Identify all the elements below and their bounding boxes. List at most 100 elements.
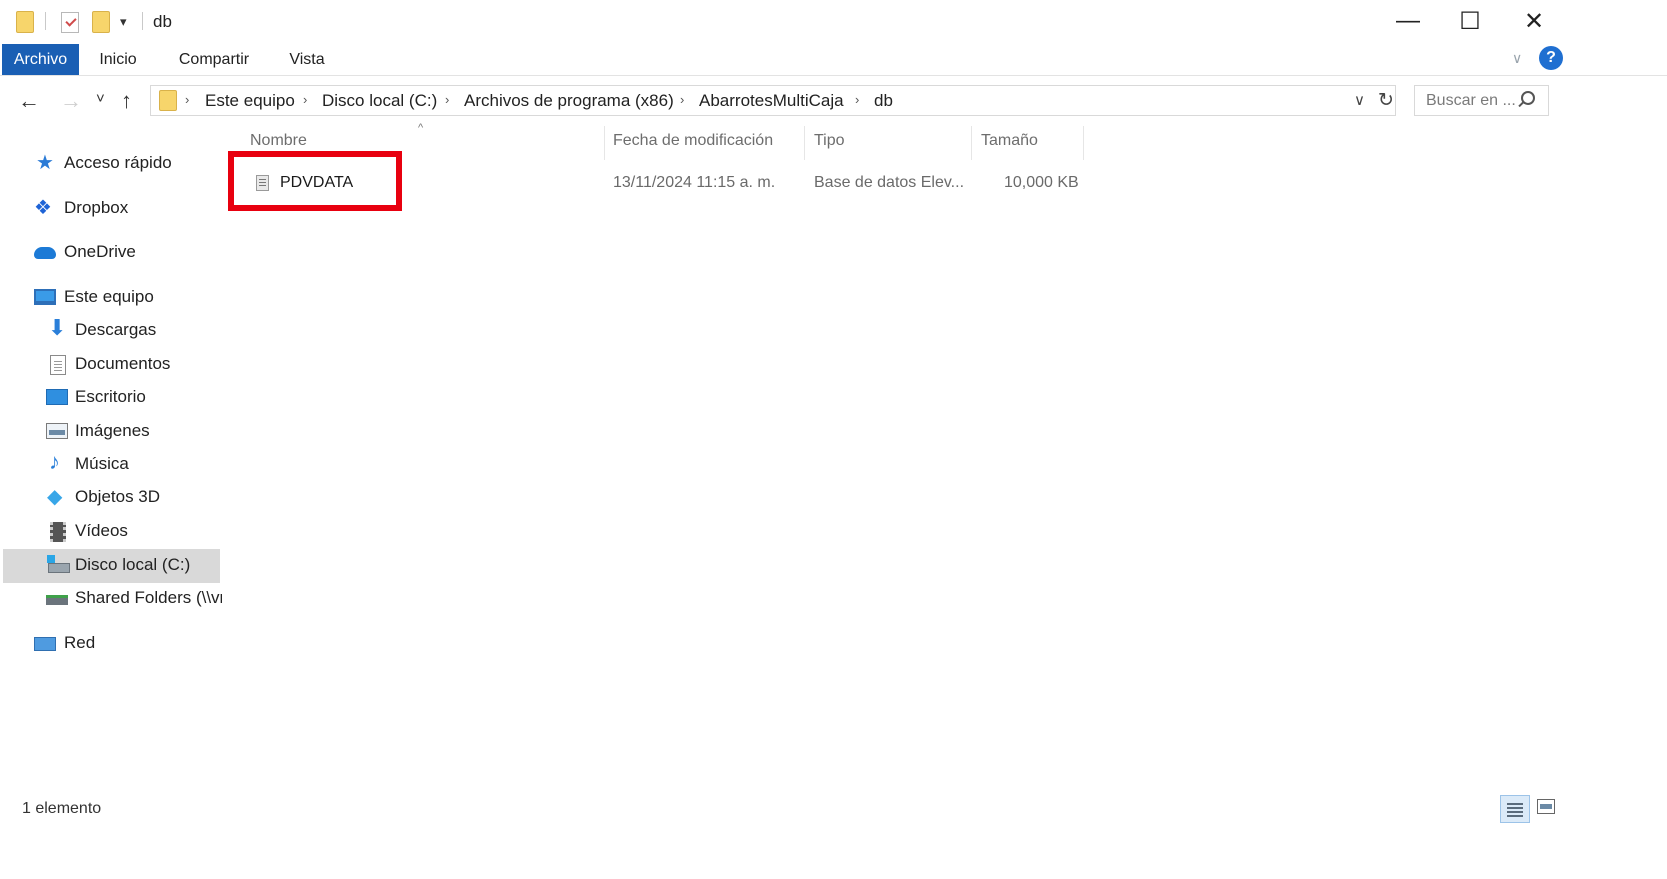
item-count: 1 elemento xyxy=(22,800,102,817)
sidebar-item-label: Este equipo xyxy=(64,287,154,306)
sort-ascending-icon: ^ xyxy=(418,122,424,134)
window-title: db xyxy=(153,12,172,31)
chevron-down-icon[interactable]: ∨ xyxy=(1354,91,1365,109)
drive-icon xyxy=(47,555,70,573)
chevron-right-icon[interactable]: › xyxy=(185,92,189,107)
sidebar-item-label: Acceso rápido xyxy=(64,153,172,172)
column-header-nombre[interactable]: Nombre xyxy=(250,132,307,150)
new-folder-icon[interactable] xyxy=(92,11,110,33)
expand-ribbon-icon[interactable]: ∨ xyxy=(1512,50,1522,67)
help-icon[interactable]: ? xyxy=(1539,46,1563,70)
sidebar-item-red[interactable]: Red xyxy=(0,627,222,661)
sidebar-item-label: Objetos 3D xyxy=(75,487,161,506)
status-bar: 1 elemento xyxy=(0,790,1667,830)
column-header-tipo[interactable]: Tipo xyxy=(814,132,845,150)
tab-inicio[interactable]: Inicio xyxy=(88,44,148,75)
file-modified: 13/11/2024 11:15 a. m. xyxy=(613,174,776,191)
document-icon xyxy=(50,355,66,375)
breadcrumb-db[interactable]: db xyxy=(874,91,893,111)
breadcrumb-disco-local[interactable]: Disco local (C:) xyxy=(322,91,437,111)
sidebar-item-escritorio[interactable]: Escritorio xyxy=(0,381,222,415)
music-icon: ♪ xyxy=(49,449,60,474)
column-header-tamano[interactable]: Tamaño xyxy=(981,132,1038,150)
file-list: ^ Nombre Fecha de modificación Tipo Tama… xyxy=(222,120,1667,780)
database-file-icon xyxy=(256,175,269,191)
sidebar-item-dropbox[interactable]: ❖ Dropbox xyxy=(0,192,222,226)
close-button[interactable]: ✕ xyxy=(1502,0,1566,42)
column-divider[interactable] xyxy=(804,126,805,160)
breadcrumb-abarrotes[interactable]: AbarrotesMultiCaja xyxy=(699,91,844,111)
sidebar-item-label: Escritorio xyxy=(75,387,146,406)
star-icon: ★ xyxy=(36,152,54,174)
chevron-right-icon[interactable]: › xyxy=(680,92,684,107)
sidebar-item-label: Vídeos xyxy=(75,521,128,540)
sidebar-item-documentos[interactable]: Documentos xyxy=(0,348,222,382)
column-divider[interactable] xyxy=(1083,126,1084,160)
navigation-pane: ★ Acceso rápido ❖ Dropbox OneDrive Este … xyxy=(0,128,222,688)
sidebar-item-shared-folders[interactable]: Shared Folders (\\vr xyxy=(0,582,222,616)
download-icon: ⬇ xyxy=(48,315,67,340)
column-divider[interactable] xyxy=(604,126,605,160)
video-icon xyxy=(50,522,66,542)
desktop-icon xyxy=(46,389,68,405)
sidebar-item-label: Red xyxy=(64,633,96,652)
properties-icon[interactable] xyxy=(61,12,79,33)
recent-locations-icon[interactable]: ˅ xyxy=(96,90,105,107)
forward-arrow-icon[interactable]: → xyxy=(60,88,82,114)
chevron-right-icon[interactable]: › xyxy=(303,92,307,107)
network-drive-icon xyxy=(46,595,68,605)
sidebar-item-label: Dropbox xyxy=(64,198,129,217)
chevron-right-icon[interactable]: › xyxy=(855,92,859,107)
tab-compartir[interactable]: Compartir xyxy=(165,44,263,75)
sidebar-item-label: OneDrive xyxy=(64,242,136,261)
ribbon-tabs: Archivo Inicio Compartir Vista ∨ xyxy=(0,44,1667,76)
file-row[interactable]: PDVDATA 13/11/2024 11:15 a. m. Base de d… xyxy=(250,168,1080,198)
pictures-icon xyxy=(46,423,68,439)
address-bar[interactable]: › Este equipo › Disco local (C:) › Archi… xyxy=(150,85,1396,116)
separator xyxy=(142,12,143,30)
separator xyxy=(45,12,46,30)
sidebar-item-onedrive[interactable]: OneDrive xyxy=(0,236,222,270)
column-divider[interactable] xyxy=(971,126,972,160)
cloud-icon xyxy=(34,247,56,259)
computer-icon xyxy=(34,289,56,305)
sidebar-item-objetos-3d[interactable]: ◆ Objetos 3D xyxy=(0,481,222,515)
sidebar-item-label: Disco local (C:) xyxy=(75,555,191,574)
breadcrumb-archivos-programa[interactable]: Archivos de programa (x86) xyxy=(464,91,674,111)
tab-vista[interactable]: Vista xyxy=(280,44,334,75)
title-bar: ▾ db — ☐ ✕ xyxy=(0,0,1667,44)
sidebar-item-label: Shared Folders (\\vr xyxy=(75,588,222,607)
back-arrow-icon[interactable]: ← xyxy=(18,88,40,114)
sidebar-item-disco-local[interactable]: Disco local (C:) xyxy=(3,549,220,583)
search-box[interactable]: Buscar en ... xyxy=(1414,85,1549,116)
sidebar-item-descargas[interactable]: ⬇ Descargas xyxy=(0,314,222,348)
customize-quick-access-icon[interactable]: ▾ xyxy=(120,14,127,30)
search-input[interactable]: Buscar en ... xyxy=(1426,92,1516,110)
chevron-right-icon[interactable]: › xyxy=(445,92,449,107)
sidebar-item-imagenes[interactable]: Imágenes xyxy=(0,415,222,449)
file-name[interactable]: PDVDATA xyxy=(280,174,353,192)
network-icon xyxy=(34,637,56,651)
sidebar-item-label: Documentos xyxy=(75,354,171,373)
large-icons-view-icon[interactable] xyxy=(1537,799,1555,814)
folder-icon[interactable] xyxy=(16,11,34,33)
cube-icon: ◆ xyxy=(47,486,63,508)
folder-icon xyxy=(159,90,177,111)
sidebar-item-acceso-rapido[interactable]: ★ Acceso rápido xyxy=(0,147,222,181)
file-size: 10,000 KB xyxy=(1004,174,1079,191)
column-header-fecha[interactable]: Fecha de modificación xyxy=(613,132,773,150)
sidebar-item-este-equipo[interactable]: Este equipo xyxy=(0,281,222,315)
breadcrumb-este-equipo[interactable]: Este equipo xyxy=(205,91,295,111)
search-icon xyxy=(1521,91,1535,105)
up-arrow-icon[interactable]: ↑ xyxy=(121,88,132,114)
sidebar-item-videos[interactable]: Vídeos xyxy=(0,515,222,549)
tab-archivo[interactable]: Archivo xyxy=(2,44,79,75)
details-view-icon[interactable] xyxy=(1500,795,1530,823)
minimize-button[interactable]: — xyxy=(1376,0,1440,42)
sidebar-item-musica[interactable]: ♪ Música xyxy=(0,448,222,482)
refresh-icon[interactable]: ↻ xyxy=(1378,89,1394,112)
sidebar-item-label: Descargas xyxy=(75,320,157,339)
sidebar-item-label: Música xyxy=(75,454,129,473)
sidebar-item-label: Imágenes xyxy=(75,421,150,440)
maximize-button[interactable]: ☐ xyxy=(1438,0,1502,42)
